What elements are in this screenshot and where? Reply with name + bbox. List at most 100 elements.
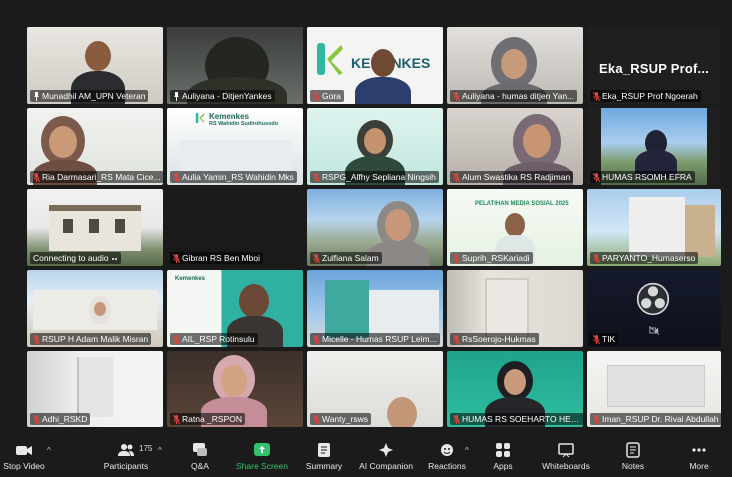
video-tile[interactable]: KEMENKES Gora: [307, 27, 443, 104]
participant-face: [49, 126, 77, 158]
video-gallery: Munadhil AM_UPN Veteran Auliyana - Ditje…: [27, 27, 721, 427]
stop-video-button[interactable]: Stop Video: [2, 442, 46, 476]
obs-logo-icon: [636, 282, 670, 316]
participant-name-label: Iman_RSUP Dr. Rivai Abdullah: [590, 413, 721, 425]
kemenkes-logo-icon: [195, 113, 205, 123]
participant-name-label: Gibran RS Ben Mboi: [170, 252, 263, 264]
participant-face: [94, 302, 106, 316]
video-tile[interactable]: Ria Darmasari_RS Mata Cice...: [27, 108, 163, 185]
video-tile[interactable]: Zulfiana Salam: [307, 189, 443, 266]
video-tile[interactable]: Micelle - Humas RSUP Leim...: [307, 270, 443, 347]
mic-muted-icon: [313, 334, 320, 344]
participant-body: [355, 77, 411, 104]
video-tile[interactable]: Wanty_rsws: [307, 351, 443, 427]
participant-name-label: Aulia Yamin_RS Wahidin Mks: [170, 171, 297, 183]
participant-name-label: AIL_RSP Rotinsulu: [170, 333, 258, 345]
mic-muted-icon: [33, 414, 40, 424]
participant-name-label: Wanty_rsws: [310, 413, 371, 425]
more-button[interactable]: More: [682, 442, 716, 476]
building-window: [115, 219, 125, 233]
sparkle-icon: [379, 443, 393, 457]
notes-icon: [626, 442, 640, 458]
video-tile[interactable]: PARYANTO_Humaserso: [587, 189, 721, 266]
connecting-audio-icon: [111, 257, 117, 260]
share-screen-icon: [254, 443, 270, 456]
banner-subtitle: RS Wahidin Sudirohusodo: [209, 121, 279, 127]
participant-head: [85, 41, 111, 71]
video-tile[interactable]: Iman_RSUP Dr. Rivai Abdullah: [587, 351, 721, 427]
ai-companion-button[interactable]: AI Companion: [354, 442, 418, 476]
video-tile[interactable]: RSUP H Adam Malik Misran: [27, 270, 163, 347]
video-tile[interactable]: Connecting to audio: [27, 189, 163, 266]
video-tile[interactable]: Kemenkes RS Wahidin Sudirohusodo Aulia Y…: [167, 108, 303, 185]
video-camera-icon: [16, 446, 32, 455]
notes-button[interactable]: Notes: [616, 442, 650, 476]
caret-up-icon[interactable]: ^: [158, 446, 162, 455]
building-image: [685, 205, 715, 257]
participant-name-label: Gora: [310, 90, 344, 102]
participant-name-label: Zulfiana Salam: [310, 252, 382, 264]
mic-muted-icon: [173, 334, 180, 344]
reactions-button[interactable]: Reactions: [424, 442, 470, 476]
share-screen-button[interactable]: Share Screen: [234, 442, 290, 476]
mic-muted-icon: [313, 91, 320, 101]
participant-head: [505, 213, 525, 237]
whiteboard-icon: [558, 443, 574, 458]
caret-up-icon[interactable]: ^: [47, 446, 51, 455]
video-tile[interactable]: Auliyana - humas ditjen Yan...: [447, 27, 583, 104]
participant-name-label: Micelle - Humas RSUP Leim...: [310, 333, 440, 345]
mic-muted-icon: [313, 253, 320, 263]
participant-head: [387, 397, 417, 427]
mic-muted-icon: [173, 414, 180, 424]
video-tile-camera-off[interactable]: Eka_RSUP Prof... Eka_RSUP Prof Ngoerah: [587, 27, 721, 104]
participant-face: [385, 209, 411, 241]
participant-name-label: Connecting to audio: [30, 252, 121, 264]
video-tile-camera-off[interactable]: Gibran RS Ben Mboi: [167, 189, 303, 266]
video-tile[interactable]: PELATIHAN MEDIA SOSIAL 2025 Suprih_RSKar…: [447, 189, 583, 266]
video-off-icon: [649, 326, 659, 335]
participant-name-label: RSPG_Alfhy Sepliana Ningsih: [310, 171, 439, 183]
video-tile[interactable]: RSPG_Alfhy Sepliana Ningsih: [307, 108, 443, 185]
mic-muted-icon: [593, 414, 600, 424]
apps-button[interactable]: Apps: [486, 442, 520, 476]
participant-big-name: Eka_RSUP Prof...: [599, 61, 709, 76]
pin-icon: [34, 91, 39, 101]
video-tile[interactable]: Adhi_RSKD: [27, 351, 163, 427]
video-tile-active-speaker[interactable]: Auliyana - DitjenYankes: [167, 27, 303, 104]
mic-muted-icon: [33, 172, 40, 182]
mic-muted-icon: [593, 253, 600, 263]
qa-button[interactable]: Q&A: [182, 442, 218, 476]
participant-head: [371, 49, 395, 77]
video-tile[interactable]: TIK: [587, 270, 721, 347]
participant-name-label: Auliyana - DitjenYankes: [170, 90, 275, 102]
participant-face: [504, 369, 526, 395]
more-dots-icon: [692, 448, 706, 452]
video-tile[interactable]: HUMAS RSOMH EFRA: [587, 108, 721, 185]
building-window: [63, 219, 73, 233]
whiteboards-button[interactable]: Whiteboards: [538, 442, 594, 476]
video-tile[interactable]: Munadhil AM_UPN Veteran: [27, 27, 163, 104]
pin-icon: [174, 91, 179, 101]
video-tile[interactable]: Kemenkes AIL_RSP Rotinsulu: [167, 270, 303, 347]
summary-button[interactable]: Summary: [302, 442, 346, 476]
participant-name-label: Ria Darmasari_RS Mata Cice...: [30, 171, 163, 183]
video-tile[interactable]: RsSoerojo-Hukmas: [447, 270, 583, 347]
participant-name-label: HUMAS RSOMH EFRA: [590, 171, 695, 183]
mic-muted-icon: [33, 334, 40, 344]
participant-head: [239, 284, 269, 318]
mic-muted-icon: [453, 91, 460, 101]
participant-count: 175: [139, 444, 153, 453]
mic-muted-icon: [593, 334, 600, 344]
building-image: [369, 290, 439, 338]
caret-up-icon[interactable]: ^: [465, 446, 469, 455]
video-tile[interactable]: HUMAS RS SOEHARTO HEER...: [447, 351, 583, 427]
participant-face: [221, 365, 247, 397]
video-tile[interactable]: Alum Swastika RS Radjiman: [447, 108, 583, 185]
mic-muted-icon: [173, 172, 180, 182]
building-window: [89, 219, 99, 233]
video-tile[interactable]: Ratna _RSPON: [167, 351, 303, 427]
participants-icon: [118, 444, 134, 456]
mic-muted-icon: [453, 334, 460, 344]
banner-title: PELATIHAN MEDIA SOSIAL 2025: [475, 201, 569, 207]
mic-muted-icon: [313, 172, 320, 182]
